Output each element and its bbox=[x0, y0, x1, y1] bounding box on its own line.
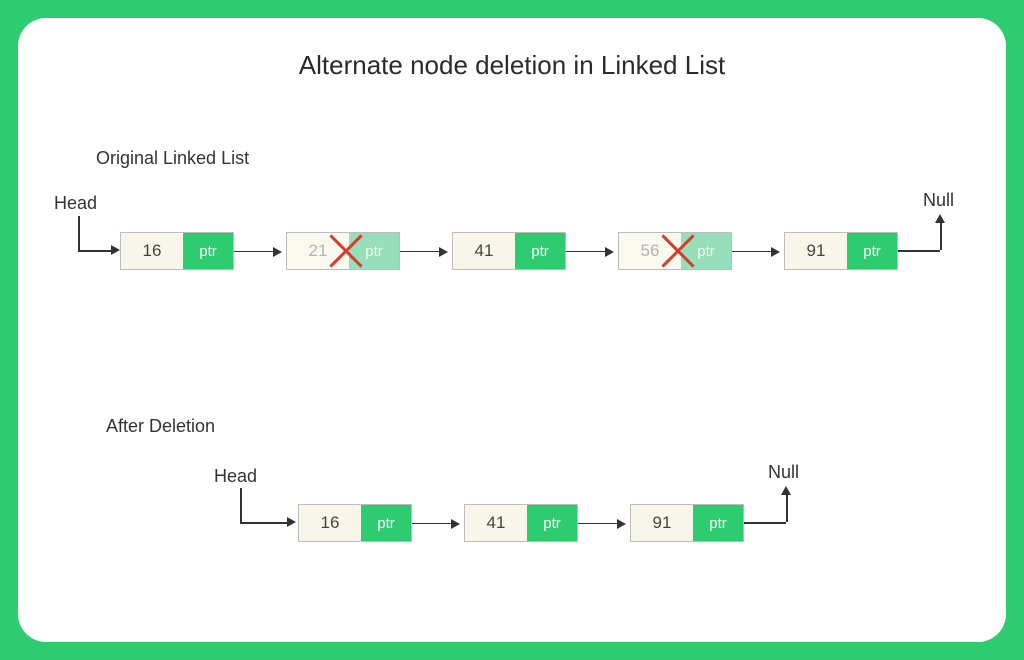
node-value: 41 bbox=[453, 233, 515, 269]
after-node-1: 41 ptr bbox=[464, 504, 578, 542]
orig-node-0: 16 ptr bbox=[120, 232, 234, 270]
node-value: 91 bbox=[785, 233, 847, 269]
link-arrow bbox=[400, 251, 446, 252]
link-arrow bbox=[578, 523, 624, 524]
node-value: 56 bbox=[619, 233, 681, 269]
head-label-after: Head bbox=[214, 466, 257, 487]
head-label-original: Head bbox=[54, 193, 97, 214]
after-label: After Deletion bbox=[106, 416, 215, 437]
diagram-canvas: Alternate node deletion in Linked List O… bbox=[18, 18, 1006, 642]
node-value: 16 bbox=[299, 505, 361, 541]
node-value: 41 bbox=[465, 505, 527, 541]
frame: Alternate node deletion in Linked List O… bbox=[0, 0, 1024, 660]
node-ptr: ptr bbox=[515, 233, 565, 269]
node-ptr: ptr bbox=[693, 505, 743, 541]
null-label-original: Null bbox=[923, 190, 954, 211]
null-label-after: Null bbox=[768, 462, 799, 483]
node-ptr: ptr bbox=[361, 505, 411, 541]
original-label: Original Linked List bbox=[96, 148, 249, 169]
orig-node-4: 91 ptr bbox=[784, 232, 898, 270]
link-arrow bbox=[234, 251, 280, 252]
node-ptr: ptr bbox=[183, 233, 233, 269]
node-ptr: ptr bbox=[847, 233, 897, 269]
node-ptr: ptr bbox=[527, 505, 577, 541]
orig-node-2: 41 ptr bbox=[452, 232, 566, 270]
after-node-2: 91 ptr bbox=[630, 504, 744, 542]
node-ptr: ptr bbox=[349, 233, 399, 269]
after-node-0: 16 ptr bbox=[298, 504, 412, 542]
link-arrow bbox=[566, 251, 612, 252]
link-arrow bbox=[412, 523, 458, 524]
node-ptr: ptr bbox=[681, 233, 731, 269]
diagram-title: Alternate node deletion in Linked List bbox=[18, 50, 1006, 81]
node-value: 16 bbox=[121, 233, 183, 269]
node-value: 91 bbox=[631, 505, 693, 541]
orig-node-1-deleted: 21 ptr bbox=[286, 232, 400, 270]
link-arrow bbox=[732, 251, 778, 252]
node-value: 21 bbox=[287, 233, 349, 269]
orig-node-3-deleted: 56 ptr bbox=[618, 232, 732, 270]
